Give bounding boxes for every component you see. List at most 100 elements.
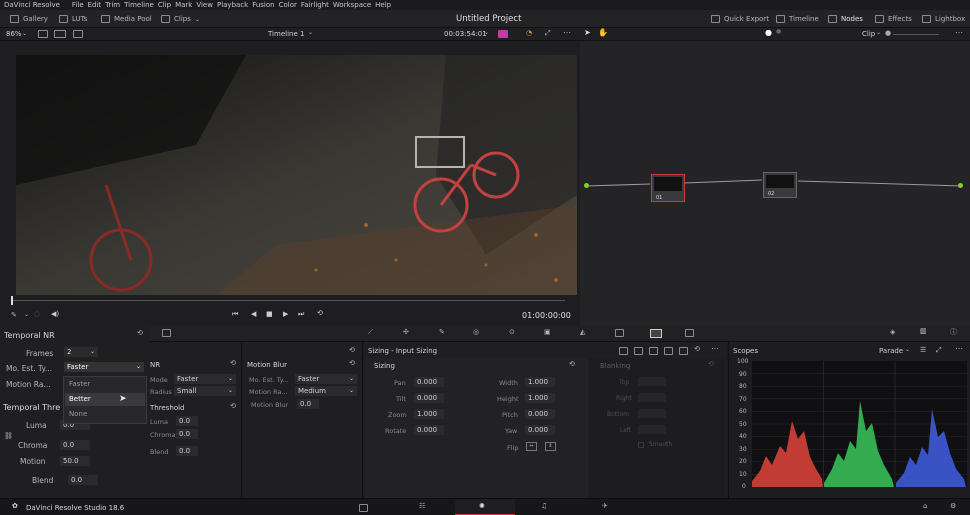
flip-horizontal-icon[interactable]: ⇔	[526, 442, 537, 451]
magic-mask-icon[interactable]: ▣	[544, 328, 551, 336]
zoom-value[interactable]: 1.000	[414, 409, 444, 419]
sizing-mode-icon[interactable]	[664, 347, 673, 355]
zoom-dropdown[interactable]: 86%	[6, 30, 22, 38]
menu-color[interactable]: Color	[279, 1, 297, 9]
sizing-mode-icon[interactable]	[649, 347, 658, 355]
settings-gear-icon[interactable]: ⚙	[950, 502, 956, 510]
viewer-frame[interactable]	[16, 55, 577, 295]
info-icon[interactable]: ⓘ	[950, 327, 957, 337]
menu-fusion[interactable]: Fusion	[252, 1, 274, 9]
mo-est-dropdown[interactable]: Faster ⌄	[64, 362, 144, 372]
menu-help[interactable]: Help	[375, 1, 391, 9]
blur-icon[interactable]: ◭	[580, 328, 585, 336]
pitch-value[interactable]: 0.000	[525, 409, 555, 419]
pan-value[interactable]: 0.000	[414, 377, 444, 387]
reset-icon[interactable]: ⟲	[230, 359, 236, 367]
motion-range-dropdown[interactable]: Medium ⌄	[295, 386, 357, 396]
window-icon[interactable]: ◎	[473, 328, 479, 336]
timeline-button[interactable]: Timeline	[776, 13, 819, 25]
chevron-down-icon[interactable]: ⌄	[484, 29, 489, 36]
lightbox-button[interactable]: Lightbox	[922, 13, 965, 25]
menu-playback[interactable]: Playback	[217, 1, 248, 9]
zoom-slider-handle[interactable]: ●	[885, 29, 891, 37]
single-viewer-icon[interactable]	[38, 30, 48, 38]
page-dot-icon[interactable]: ●	[765, 28, 772, 37]
menu-view[interactable]: View	[196, 1, 213, 9]
scopes-icon[interactable]: ▥	[920, 327, 927, 335]
chevron-down-icon[interactable]: ⌄	[905, 346, 910, 353]
cut-page-icon[interactable]	[359, 504, 368, 512]
more-options-icon[interactable]: ⋯	[563, 28, 571, 37]
menu-app[interactable]: DaVinci Resolve	[4, 1, 60, 9]
tracker-icon[interactable]: ⊙	[509, 328, 515, 336]
menu-timeline[interactable]: Timeline	[124, 1, 154, 9]
chevron-down-icon[interactable]: ⌄	[22, 30, 27, 37]
blend-value[interactable]: 0.0	[68, 475, 98, 485]
clips-button[interactable]: Clips ⌄	[161, 13, 200, 25]
height-value[interactable]: 1.000	[525, 393, 555, 403]
color-warper-icon[interactable]: ✣	[403, 328, 409, 336]
motion-value[interactable]: 50.0	[60, 456, 90, 466]
frames-dropdown[interactable]: 2 ⌄	[64, 347, 98, 357]
expand-icon[interactable]: ⤢	[936, 346, 942, 355]
option-faster[interactable]: Faster	[69, 380, 90, 388]
stop-icon[interactable]: ■	[266, 310, 273, 318]
effects-button[interactable]: Effects	[875, 13, 912, 25]
more-options-icon[interactable]: ⋯	[955, 28, 963, 37]
menu-fairlight[interactable]: Fairlight	[301, 1, 329, 9]
volume-icon[interactable]: ◀)	[51, 310, 59, 318]
menu-clip[interactable]: Clip	[158, 1, 171, 9]
zoom-slider-track[interactable]	[893, 34, 939, 35]
radius-dropdown[interactable]: Small ⌄	[174, 386, 236, 396]
rotate-value[interactable]: 0.000	[414, 425, 444, 435]
3d-icon[interactable]	[685, 329, 694, 337]
reset-icon[interactable]: ⟲	[569, 360, 575, 368]
more-options-icon[interactable]: ⋯	[711, 344, 719, 353]
width-value[interactable]: 1.000	[525, 377, 555, 387]
keyframes-icon[interactable]: ◈	[890, 328, 895, 336]
gallery-button[interactable]: Gallery	[10, 13, 48, 25]
sizing-icon[interactable]	[650, 329, 662, 338]
skip-back-icon[interactable]: ⏮	[232, 310, 238, 319]
tilt-value[interactable]: 0.000	[414, 393, 444, 403]
chroma-value[interactable]: 0.0	[176, 429, 198, 439]
more-options-icon[interactable]: ⋯	[955, 344, 963, 353]
blend-value[interactable]: 0.0	[176, 446, 198, 456]
chevron-down-icon[interactable]: ⌄	[24, 311, 29, 318]
scope-settings-icon[interactable]: ☰	[920, 346, 926, 354]
menu-mark[interactable]: Mark	[175, 1, 192, 9]
yaw-value[interactable]: 0.000	[525, 425, 555, 435]
mute-icon[interactable]: ◌	[34, 310, 40, 318]
reset-icon[interactable]: ⟲	[230, 402, 236, 410]
sizing-mode-icon[interactable]	[619, 347, 628, 355]
reset-icon[interactable]: ⟲	[694, 345, 700, 353]
menu-file[interactable]: File	[72, 1, 84, 9]
flip-vertical-icon[interactable]: ⇕	[545, 442, 556, 451]
node-01[interactable]: 01	[651, 174, 685, 202]
luts-button[interactable]: LUTs	[59, 13, 87, 25]
fairlight-page-icon[interactable]: ♫	[541, 502, 547, 510]
sizing-mode-icon[interactable]	[679, 347, 688, 355]
motion-blur-value[interactable]: 0.0	[297, 399, 319, 409]
option-none[interactable]: None	[69, 410, 87, 418]
nodes-button[interactable]: Nodes	[828, 13, 863, 25]
clip-mode-dropdown[interactable]: Clip	[862, 30, 875, 38]
luma-value[interactable]: 0.0	[176, 416, 198, 426]
color-picker-icon[interactable]: ✎	[11, 311, 17, 319]
highlight-icon[interactable]: ◔	[526, 29, 532, 37]
loop-icon[interactable]: ⟲	[317, 309, 323, 317]
media-pool-button[interactable]: Media Pool	[101, 13, 152, 25]
reset-icon[interactable]: ⟲	[349, 346, 355, 354]
split-viewer-icon[interactable]	[54, 30, 66, 38]
hand-icon[interactable]: ✋	[598, 28, 608, 37]
viewer-mode-icon[interactable]	[498, 30, 508, 38]
quick-export-button[interactable]: Quick Export	[711, 13, 769, 25]
chevron-down-icon[interactable]: ⌄	[308, 29, 313, 36]
page-dot-icon[interactable]: ●	[776, 28, 781, 35]
qualifier-icon[interactable]: ✎	[439, 328, 445, 336]
node-02[interactable]: 02	[763, 172, 797, 198]
mo-est-dropdown[interactable]: Faster ⌄	[295, 374, 357, 384]
pointer-icon[interactable]: ➤	[584, 28, 591, 37]
compare-viewer-icon[interactable]	[73, 30, 83, 38]
key-icon[interactable]	[615, 329, 624, 337]
